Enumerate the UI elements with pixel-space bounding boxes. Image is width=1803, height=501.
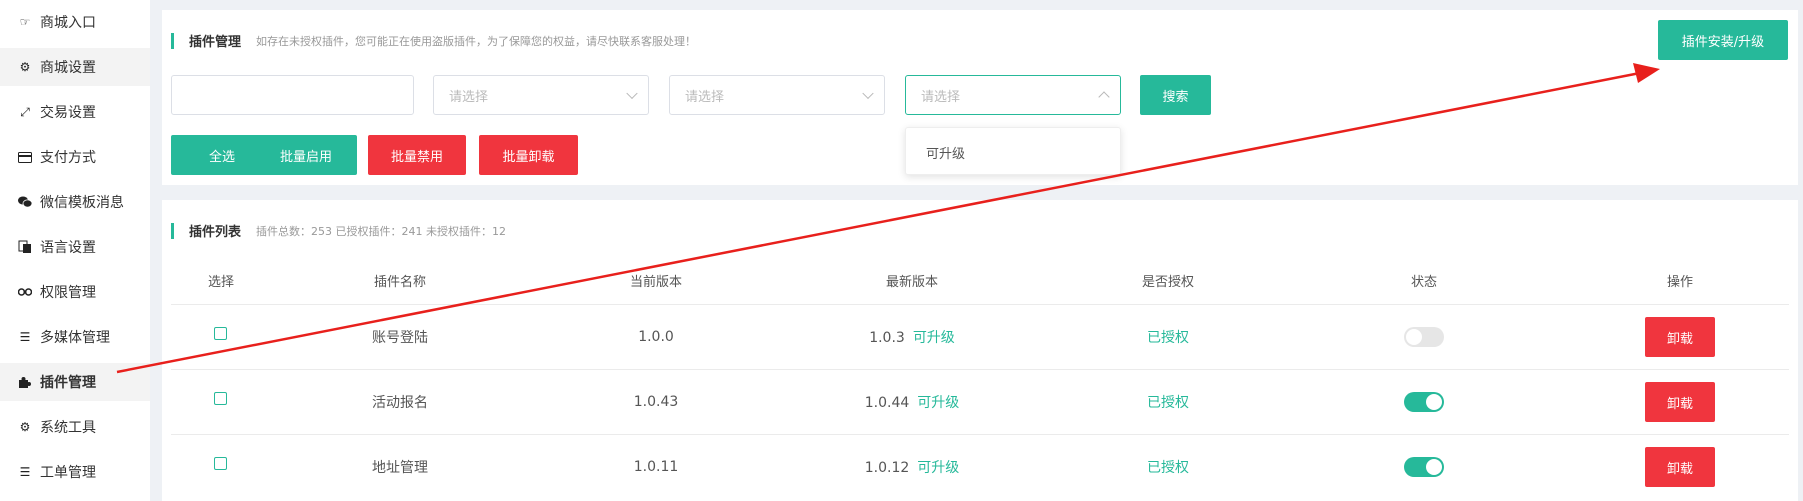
column-header-status: 状态 xyxy=(1410,275,1438,290)
install-upgrade-button[interactable]: 插件安装/升级 xyxy=(1658,20,1788,60)
plugin-name: 地址管理 xyxy=(372,460,428,476)
table-row: 地址管理 1.0.11 1.0.12 可升级 已授权 卸载 xyxy=(171,434,1789,499)
select-dropdown-menu: 可升级 xyxy=(905,127,1121,175)
sidebar-item-label: 插件管理 xyxy=(40,375,96,391)
sidebar-item-wechat-template[interactable]: 微信模板消息 xyxy=(0,183,150,221)
sidebar-item-payment[interactable]: 支付方式 xyxy=(0,138,150,176)
uninstall-button[interactable]: 卸载 xyxy=(1645,317,1715,357)
sidebar-item-plugins[interactable]: 插件管理 xyxy=(0,363,150,401)
select-filter-2[interactable]: 请选择 xyxy=(669,75,885,115)
credit-card-icon xyxy=(18,150,32,164)
chevron-up-icon xyxy=(1098,91,1110,103)
column-header-latest-version: 最新版本 xyxy=(885,275,939,290)
current-version: 1.0.43 xyxy=(633,394,679,410)
auth-status: 已授权 xyxy=(1147,330,1189,346)
batch-enable-button[interactable]: 批量启用 xyxy=(255,135,357,175)
column-header-name: 插件名称 xyxy=(373,275,427,290)
column-header-authorized: 是否授权 xyxy=(1141,275,1195,290)
search-button[interactable]: 搜索 xyxy=(1140,75,1211,115)
gear-icon: ⚙ xyxy=(19,420,31,434)
latest-version: 1.0.44 xyxy=(864,395,910,411)
status-toggle[interactable] xyxy=(1404,327,1444,347)
search-input[interactable] xyxy=(171,75,414,115)
sidebar-item-tickets[interactable]: ☰ 工单管理 xyxy=(0,453,150,491)
sidebar-item-trade-settings[interactable]: ⤢ 交易设置 xyxy=(0,93,150,131)
sidebar: ☞ 商城入口 ⚙ 商城设置 ⤢ 交易设置 支付方式 微信模板消息 语言设置 权限… xyxy=(0,0,150,501)
plugin-list-header: 插件列表 插件总数：253 已授权插件：241 未授权插件：12 xyxy=(171,221,506,240)
section-marker xyxy=(171,32,174,49)
hand-pointer-icon: ☞ xyxy=(19,15,31,29)
table-row: 活动报名 1.0.43 1.0.44 可升级 已授权 卸载 xyxy=(171,369,1789,434)
latest-version-cell: 1.0.44 可升级 xyxy=(865,392,960,412)
upgradable-link[interactable]: 可升级 xyxy=(913,330,955,346)
sidebar-item-language[interactable]: 语言设置 xyxy=(0,228,150,266)
select-placeholder: 请选择 xyxy=(449,89,489,105)
sidebar-item-permissions[interactable]: 权限管理 xyxy=(0,273,150,311)
plugin-stats: 插件总数：253 已授权插件：241 未授权插件：12 xyxy=(256,224,506,238)
list-icon: ☰ xyxy=(19,330,31,344)
exchange-icon: ⤢ xyxy=(20,104,30,119)
sidebar-item-label: 微信模板消息 xyxy=(40,195,124,211)
plugin-manage-header: 插件管理 如存在未授权插件，您可能正在使用盗版插件，为了保障您的权益，请尽快联系… xyxy=(171,31,696,50)
select-filter-1[interactable]: 请选择 xyxy=(433,75,649,115)
current-version: 1.0.11 xyxy=(633,459,679,475)
toggle-knob xyxy=(1406,329,1422,345)
upgradable-link[interactable]: 可升级 xyxy=(917,460,959,476)
latest-version-cell: 1.0.3 可升级 xyxy=(869,327,955,347)
key-icon xyxy=(18,285,32,299)
auth-status: 已授权 xyxy=(1147,460,1189,476)
sidebar-item-label: 商城设置 xyxy=(40,60,96,76)
batch-disable-button[interactable]: 批量禁用 xyxy=(368,135,466,175)
batch-uninstall-button[interactable]: 批量卸载 xyxy=(479,135,578,175)
select-placeholder: 请选择 xyxy=(921,89,961,105)
toggle-knob xyxy=(1426,459,1442,475)
chevron-down-icon xyxy=(862,87,874,100)
column-header-actions: 操作 xyxy=(1666,275,1694,290)
latest-version: 1.0.12 xyxy=(864,460,910,476)
sidebar-item-mall-entry[interactable]: ☞ 商城入口 xyxy=(0,3,150,41)
column-header-select: 选择 xyxy=(207,275,235,290)
uninstall-button[interactable]: 卸载 xyxy=(1645,447,1715,487)
sidebar-item-label: 系统工具 xyxy=(40,420,96,436)
chevron-down-icon xyxy=(626,87,638,100)
sidebar-item-label: 多媒体管理 xyxy=(40,330,110,346)
translate-icon xyxy=(18,240,32,254)
sidebar-item-system-tools[interactable]: ⚙ 系统工具 xyxy=(0,408,150,446)
sidebar-item-media[interactable]: ☰ 多媒体管理 xyxy=(0,318,150,356)
section-title: 插件列表 xyxy=(189,225,242,240)
column-header-current-version: 当前版本 xyxy=(629,275,683,290)
sidebar-item-label: 交易设置 xyxy=(40,105,96,121)
plugin-name: 活动报名 xyxy=(372,395,428,411)
toggle-knob xyxy=(1426,394,1442,410)
section-note: 如存在未授权插件，您可能正在使用盗版插件，为了保障您的权益，请尽快联系客服处理！ xyxy=(256,34,697,48)
dropdown-option-upgradable[interactable]: 可升级 xyxy=(906,128,1120,162)
latest-version-cell: 1.0.12 可升级 xyxy=(865,457,960,477)
table-row: 账号登陆 1.0.0 1.0.3 可升级 已授权 卸载 xyxy=(171,304,1789,369)
plugin-name: 账号登陆 xyxy=(372,330,428,346)
row-checkbox[interactable] xyxy=(214,457,227,470)
uninstall-button[interactable]: 卸载 xyxy=(1645,382,1715,422)
section-marker xyxy=(171,222,174,239)
sidebar-item-mall-settings[interactable]: ⚙ 商城设置 xyxy=(0,48,150,86)
current-version: 1.0.0 xyxy=(638,329,674,345)
section-title: 插件管理 xyxy=(189,35,242,50)
upgradable-link[interactable]: 可升级 xyxy=(917,395,959,411)
row-checkbox[interactable] xyxy=(214,327,227,340)
select-filter-3[interactable]: 请选择 xyxy=(905,75,1121,115)
wechat-icon xyxy=(18,195,32,209)
auth-status: 已授权 xyxy=(1147,395,1189,411)
select-placeholder: 请选择 xyxy=(685,89,725,105)
sidebar-item-label: 语言设置 xyxy=(40,240,96,256)
sidebar-item-label: 工单管理 xyxy=(40,465,96,481)
status-toggle[interactable] xyxy=(1404,457,1444,477)
gear-icon: ⚙ xyxy=(19,60,31,74)
puzzle-icon xyxy=(18,375,32,389)
sidebar-item-label: 支付方式 xyxy=(40,150,96,166)
latest-version: 1.0.3 xyxy=(869,330,905,346)
sidebar-item-label: 权限管理 xyxy=(40,285,96,301)
status-toggle[interactable] xyxy=(1404,392,1444,412)
sidebar-item-label: 商城入口 xyxy=(40,15,96,31)
row-checkbox[interactable] xyxy=(214,392,227,405)
list-icon: ☰ xyxy=(19,465,31,479)
